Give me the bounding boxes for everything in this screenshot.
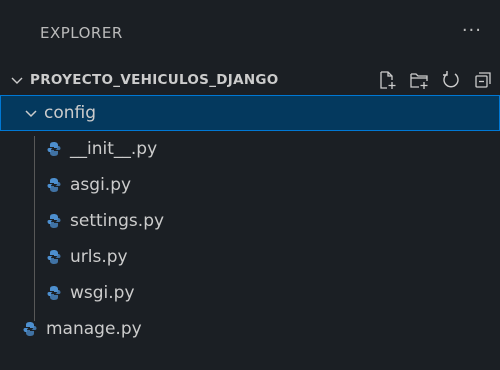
explorer-title: EXPLORER [40,23,123,42]
folder-label: config [44,103,97,123]
file-label: settings.py [70,211,165,231]
tree-file[interactable]: wsgi.py [0,275,500,311]
project-actions [376,69,494,91]
new-file-icon[interactable] [376,69,398,91]
project-name: PROYECTO_VEHICULOS_DJANGO [30,72,279,88]
project-header[interactable]: PROYECTO_VEHICULOS_DJANGO [0,65,500,95]
chevron-down-icon[interactable] [22,104,40,122]
tree-file[interactable]: urls.py [0,239,500,275]
python-file-icon [46,213,62,229]
new-folder-icon[interactable] [408,69,430,91]
file-label: manage.py [46,319,142,339]
python-file-icon [46,249,62,265]
chevron-down-icon[interactable] [8,71,26,89]
python-file-icon [46,141,62,157]
explorer-panel: EXPLORER ··· PROYECTO_VEHICULOS_DJANGO c… [0,0,500,370]
tree-file[interactable]: __init__.py [0,131,500,167]
tree-file[interactable]: settings.py [0,203,500,239]
file-label: __init__.py [70,139,158,159]
file-label: urls.py [70,247,128,267]
python-file-icon [46,285,62,301]
file-label: asgi.py [70,175,132,195]
file-label: wsgi.py [70,283,135,303]
python-file-icon [22,321,38,337]
tree-file[interactable]: asgi.py [0,167,500,203]
python-file-icon [46,177,62,193]
more-actions-button[interactable]: ··· [462,20,482,41]
refresh-icon[interactable] [440,69,462,91]
tree-folder-config[interactable]: config [0,95,500,131]
tree-file[interactable]: manage.py [0,311,500,347]
collapse-all-icon[interactable] [472,69,494,91]
explorer-header: EXPLORER ··· [0,0,500,65]
